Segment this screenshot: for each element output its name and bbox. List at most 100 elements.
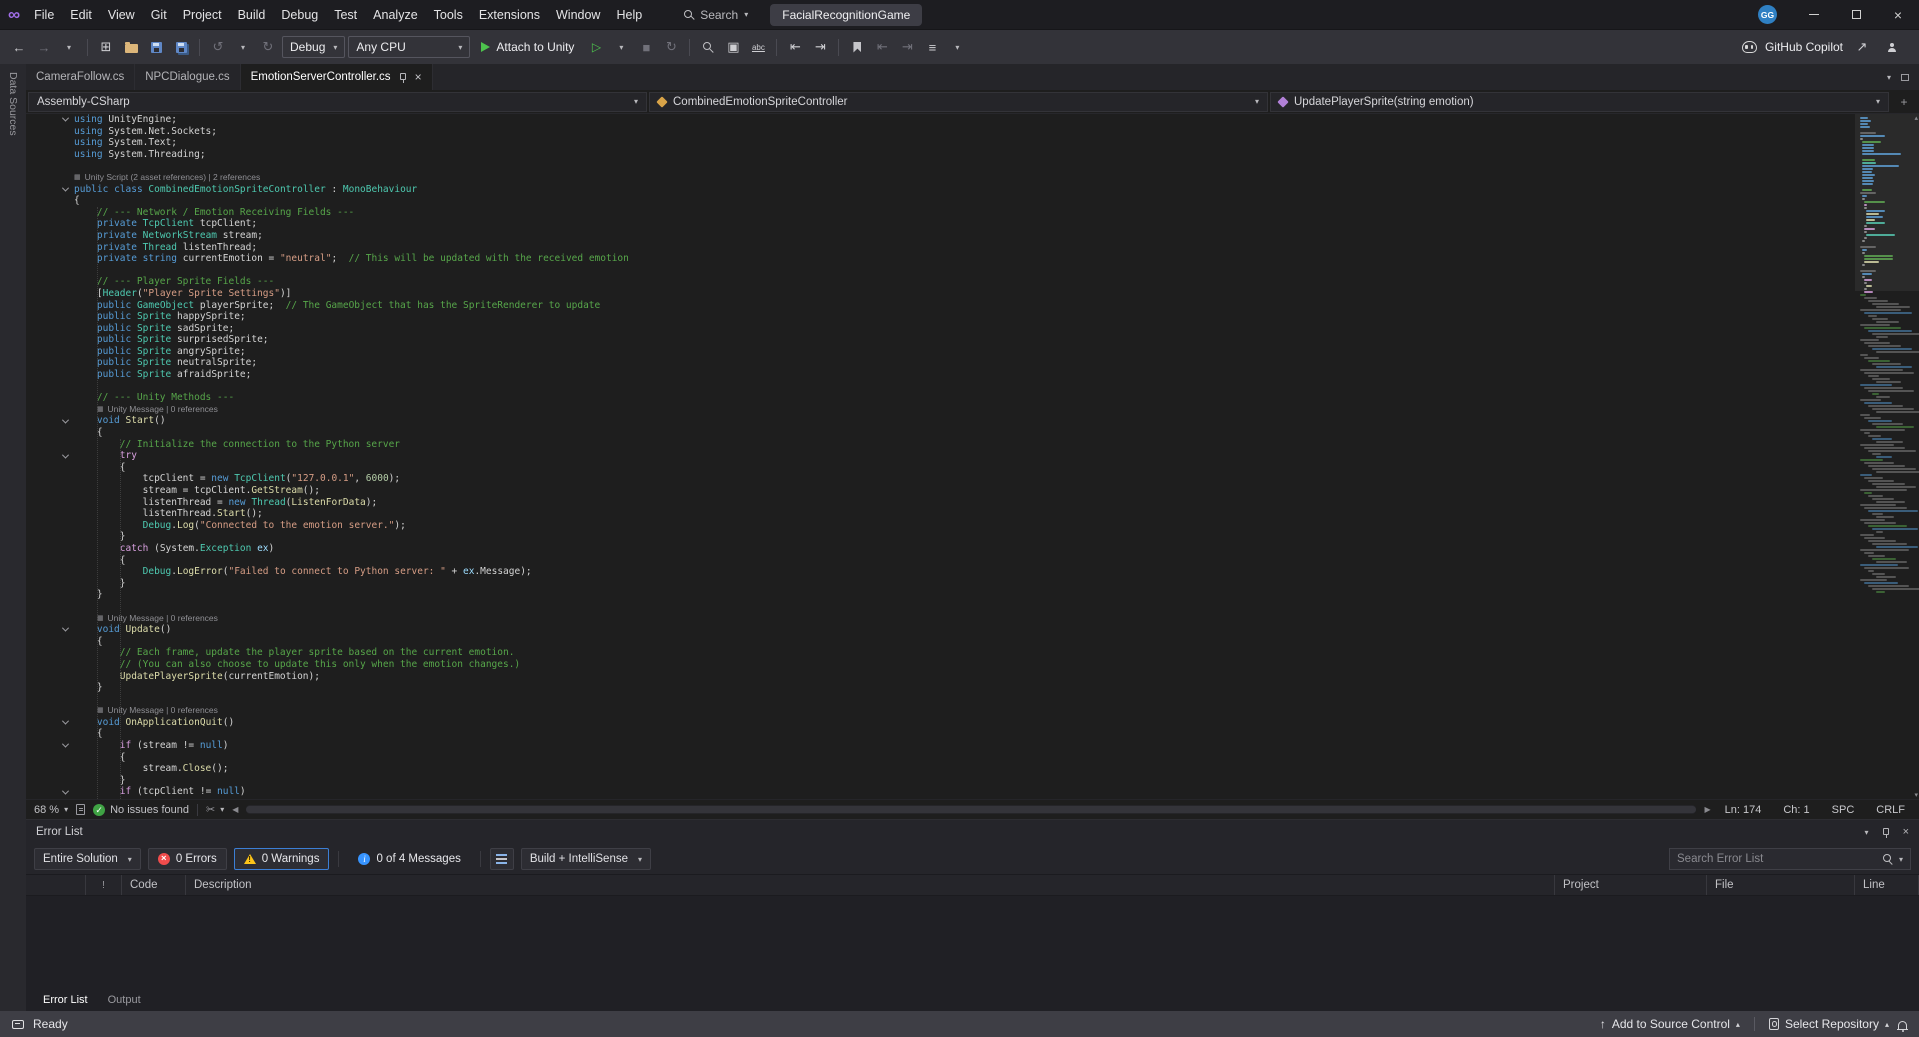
type-dropdown[interactable]: CombinedEmotionSpriteController ▾ [649,91,1268,112]
spaces-indicator[interactable]: SPC [1832,804,1855,816]
auto-hide-pin-icon[interactable] [1881,827,1891,838]
navbar-anchor-icon[interactable]: + [1891,95,1917,109]
filter-button[interactable] [489,848,514,870]
outdent-icon[interactable]: ⇤ [784,36,806,58]
notifications-bell-icon[interactable] [1897,1020,1908,1032]
fold-collapse-icon[interactable] [61,184,69,192]
float-window-icon[interactable] [1901,73,1909,81]
stop-icon[interactable]: ■ [635,36,657,58]
code-editor[interactable]: using UnityEngine; using System.Net.Socke… [26,114,1855,799]
messages-filter-button[interactable]: i 0 of 4 Messages [348,848,470,870]
minimap[interactable]: ▴ ▾ [1855,114,1919,799]
document-health-icon[interactable] [76,804,86,815]
error-list-body[interactable] [26,896,1919,989]
navigation-history-caret-icon[interactable]: ▾ [58,36,80,58]
error-list-search-input[interactable] [1677,853,1877,865]
project-dropdown[interactable]: Assembly-CSharp ▾ [28,91,647,112]
share-icon[interactable]: ↗ [1851,36,1873,58]
save-icon[interactable] [145,36,167,58]
start-without-debugging-icon[interactable]: ▷ [585,36,607,58]
column-indicator[interactable]: Ch: 1 [1783,804,1809,816]
codelens-text[interactable]: Unity Script (2 asset references) | 2 re… [85,172,261,184]
redo-icon[interactable]: ↻ [257,36,279,58]
menu-analyze[interactable]: Analyze [365,0,425,30]
active-documents-caret-icon[interactable]: ▾ [1887,73,1891,82]
close-panel-icon[interactable]: × [1903,826,1909,838]
next-bookmark-icon[interactable]: ⇥ [896,36,918,58]
open-folder-icon[interactable] [120,36,142,58]
scroll-up-icon[interactable]: ▴ [1914,114,1918,122]
account-avatar[interactable]: GG [1758,5,1777,24]
fold-collapse-icon[interactable] [61,717,69,725]
menu-test[interactable]: Test [326,0,365,30]
menu-file[interactable]: File [26,0,62,30]
member-dropdown[interactable]: UpdatePlayerSprite(string emotion) ▾ [1270,91,1889,112]
solution-configuration-dropdown[interactable]: Debug ▾ [282,36,346,58]
scroll-right-icon[interactable]: ▶ [1704,805,1710,814]
fold-collapse-icon[interactable] [61,740,69,748]
indent-icon[interactable]: ⇥ [809,36,831,58]
horizontal-scrollbar[interactable] [246,805,1697,814]
navigate-forward-icon[interactable]: → [33,36,55,58]
error-list-search[interactable]: ▾ [1669,848,1911,870]
column-header-file[interactable]: File [1707,875,1855,895]
menu-build[interactable]: Build [230,0,274,30]
code-cleanup-button[interactable]: ✂ ▾ [206,803,224,816]
fold-collapse-icon[interactable] [61,451,69,459]
add-to-source-control-button[interactable]: ↑ Add to Source Control ▴ [1600,1017,1740,1031]
codelens-text[interactable]: Unity Message | 0 references [108,613,218,625]
close-tab-icon[interactable]: × [415,71,422,83]
fold-collapse-icon[interactable] [61,114,69,122]
new-project-icon[interactable]: ⊞ [95,36,117,58]
menu-tools[interactable]: Tools [426,0,471,30]
solution-name[interactable]: FacialRecognitionGame [770,3,923,26]
attach-to-unity-button[interactable]: Attach to Unity [473,35,582,59]
fold-collapse-icon[interactable] [61,624,69,633]
toolbar-options-caret-icon[interactable]: ▾ [946,36,968,58]
restart-icon[interactable]: ↻ [660,36,682,58]
issues-indicator[interactable]: ✓ No issues found [93,803,189,816]
close-button[interactable]: × [1877,0,1919,29]
scrollbar-thumb[interactable] [246,806,1697,813]
document-tab[interactable]: NPCDialogue.cs [135,64,241,90]
menu-window[interactable]: Window [548,0,608,30]
menu-project[interactable]: Project [175,0,230,30]
menu-view[interactable]: View [100,0,143,30]
menu-debug[interactable]: Debug [273,0,326,30]
minimize-button[interactable] [1793,0,1835,29]
column-header-description[interactable]: Description [186,875,1555,895]
outline-icon[interactable]: ≡ [921,36,943,58]
github-copilot-label[interactable]: GitHub Copilot [1765,40,1843,54]
bookmark-icon[interactable] [846,36,868,58]
codelens-text[interactable]: Unity Message | 0 references [108,404,218,416]
window-position-icon[interactable]: ▾ [1865,828,1869,837]
restore-button[interactable] [1835,0,1877,29]
line-number-indicator[interactable]: Ln: 174 [1725,804,1762,816]
save-all-icon[interactable] [170,36,192,58]
box-selection-icon[interactable]: ▣ [722,36,744,58]
document-tab[interactable]: EmotionServerController.cs × [240,64,433,90]
line-ending-indicator[interactable]: CRLF [1876,804,1905,816]
navigate-backward-icon[interactable]: ← [8,36,30,58]
document-tab[interactable]: CameraFollow.cs [26,64,136,90]
zoom-dropdown[interactable]: 68 % ▾ [34,804,68,816]
scroll-left-icon[interactable]: ◀ [232,805,238,814]
run-options-caret-icon[interactable]: ▾ [610,36,632,58]
undo-icon[interactable]: ↺ [207,36,229,58]
fold-collapse-icon[interactable] [61,416,69,424]
fold-collapse-icon[interactable] [61,787,69,795]
errors-filter-button[interactable]: × 0 Errors [147,848,227,870]
previous-bookmark-icon[interactable]: ⇤ [871,36,893,58]
warnings-filter-button[interactable]: 0 Warnings [233,848,330,870]
menu-extensions[interactable]: Extensions [471,0,548,30]
codelens-text[interactable]: Unity Message | 0 references [108,705,218,717]
panel-title-bar[interactable]: Error List ▾ × [26,820,1919,844]
pin-tab-icon[interactable] [398,72,408,83]
find-in-files-icon[interactable] [697,36,719,58]
panel-tab-output[interactable]: Output [99,992,150,1008]
column-header-line[interactable]: Line [1855,875,1919,895]
scope-dropdown[interactable]: Entire Solution ▾ [34,848,141,870]
panel-tab-error-list[interactable]: Error List [34,992,97,1008]
quick-search[interactable]: Search ▾ [676,5,756,25]
background-tasks-icon[interactable] [12,1019,24,1029]
